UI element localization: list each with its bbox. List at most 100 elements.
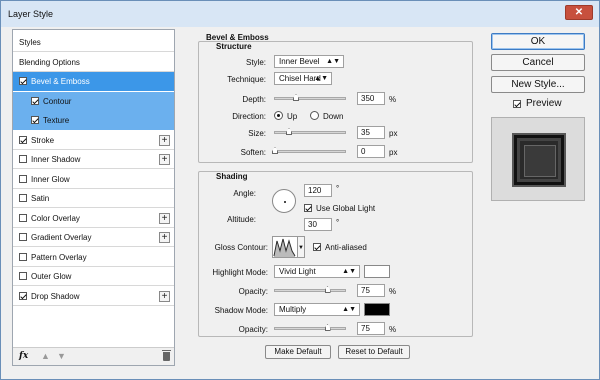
sidebar-item-checkbox[interactable]	[19, 213, 27, 222]
sidebar-item-stroke[interactable]: Stroke +	[13, 131, 174, 150]
preview-checkbox[interactable]	[513, 100, 521, 108]
size-slider[interactable]	[274, 128, 346, 135]
sidebar-item-label: Gradient Overlay	[31, 233, 92, 242]
angle-dial[interactable]	[272, 189, 296, 213]
sidebar-item-label: Blending Options	[19, 57, 80, 67]
chevron-down-icon: ▲▼	[342, 268, 356, 275]
shadow-opacity-input[interactable]: 75	[357, 322, 385, 335]
new-style-button[interactable]: New Style...	[491, 76, 585, 93]
angle-dial-dot	[284, 201, 286, 203]
sidebar-item-label: Contour	[43, 96, 72, 106]
depth-slider[interactable]	[274, 94, 346, 101]
sidebar-item-checkbox[interactable]	[19, 77, 27, 85]
anti-aliased-checkbox[interactable]	[313, 243, 321, 251]
sidebar-item-label: Bevel & Emboss	[31, 77, 90, 86]
sidebar-item-outer-glow[interactable]: Outer Glow	[13, 267, 174, 286]
sidebar-item-checkbox[interactable]	[19, 155, 27, 163]
direction-down-radio[interactable]	[310, 111, 319, 120]
close-button[interactable]: ✕	[565, 5, 593, 20]
trash-icon[interactable]	[162, 350, 171, 361]
depth-unit: %	[389, 95, 397, 104]
highlight-opacity-slider[interactable]	[274, 286, 346, 293]
altitude-unit: °	[336, 218, 340, 227]
shadow-opacity-unit: %	[389, 325, 397, 334]
sidebar-item-drop-shadow[interactable]: Drop Shadow +	[13, 287, 174, 306]
sidebar-item-checkbox[interactable]	[19, 291, 27, 300]
direction-up-radio[interactable]	[274, 111, 283, 120]
global-light-checkbox[interactable]	[304, 204, 312, 212]
altitude-input[interactable]: 30	[304, 218, 332, 231]
sidebar-item-checkbox[interactable]	[19, 233, 27, 241]
size-label: Size:	[248, 129, 266, 138]
angle-label: Angle:	[233, 189, 256, 198]
shadow-color-swatch[interactable]	[364, 303, 390, 316]
sidebar-item-blending-options[interactable]: Blending Options	[13, 53, 174, 72]
add-effect-icon[interactable]: +	[159, 134, 170, 146]
sidebar-item-satin[interactable]: Satin	[13, 189, 174, 208]
sidebar-item-contour[interactable]: Contour	[13, 91, 174, 111]
sidebar-item-checkbox[interactable]	[19, 135, 27, 144]
reset-to-default-button[interactable]: Reset to Default	[338, 345, 410, 359]
highlight-color-swatch[interactable]	[364, 265, 390, 278]
move-down-icon[interactable]: ▼	[57, 351, 66, 361]
sidebar-item-checkbox[interactable]	[19, 252, 27, 261]
style-select[interactable]: Inner Bevel ▲▼	[274, 55, 344, 68]
shading-title: Shading	[216, 172, 248, 181]
soften-input[interactable]: 0	[357, 145, 385, 158]
sidebar-item-texture[interactable]: Texture	[13, 111, 174, 130]
highlight-opacity-unit: %	[389, 287, 397, 296]
chevron-down-icon: ▲▼	[314, 75, 328, 82]
style-label: Style:	[245, 58, 266, 67]
sidebar-item-checkbox[interactable]	[31, 116, 39, 124]
chevron-down-icon: ▼	[298, 245, 304, 251]
sidebar-item-label: Styles	[19, 38, 41, 47]
sidebar-item-gradient-overlay[interactable]: Gradient Overlay +	[13, 228, 174, 247]
sidebar-item-color-overlay[interactable]: Color Overlay +	[13, 209, 174, 228]
shadow-opacity-label: Opacity:	[238, 325, 268, 334]
add-effect-icon[interactable]: +	[159, 212, 170, 224]
style-value: Inner Bevel	[279, 57, 320, 66]
make-default-button[interactable]: Make Default	[265, 345, 331, 359]
highlight-mode-label: Highlight Mode:	[212, 268, 268, 277]
sidebar-item-styles[interactable]: Styles	[13, 33, 174, 52]
technique-select[interactable]: Chisel Hard ▲▼	[274, 72, 332, 85]
size-input[interactable]: 35	[357, 126, 385, 139]
fx-icon[interactable]: fx	[19, 351, 28, 361]
ok-button[interactable]: OK	[491, 33, 585, 50]
add-effect-icon[interactable]: +	[159, 232, 170, 243]
highlight-opacity-label: Opacity:	[238, 287, 268, 296]
add-effect-icon[interactable]: +	[159, 154, 170, 165]
sidebar-item-pattern-overlay[interactable]: Pattern Overlay	[13, 248, 174, 267]
sidebar-item-bevel-emboss[interactable]: Bevel & Emboss	[13, 72, 174, 91]
sidebar-item-checkbox[interactable]	[19, 272, 27, 280]
sidebar-item-inner-glow[interactable]: Inner Glow	[13, 170, 174, 189]
anti-aliased-label: Anti-aliased	[325, 243, 367, 252]
title-bar[interactable]: Layer Style ✕	[1, 1, 599, 27]
highlight-opacity-input[interactable]: 75	[357, 284, 385, 297]
add-effect-icon[interactable]: +	[159, 290, 170, 302]
soften-slider[interactable]	[272, 147, 346, 154]
sidebar-item-checkbox[interactable]	[19, 194, 27, 202]
gloss-contour-dropdown[interactable]: ▼	[298, 236, 305, 258]
size-unit: px	[389, 129, 398, 138]
soften-unit: px	[389, 148, 398, 157]
preview-thumbnail	[512, 133, 566, 187]
shadow-opacity-slider[interactable]	[274, 324, 346, 331]
cancel-button[interactable]: Cancel	[491, 54, 585, 71]
direction-down-label: Down	[323, 112, 344, 121]
layer-style-dialog: Layer Style ✕ Styles Blending Options Beve…	[0, 0, 600, 380]
technique-label: Technique:	[227, 75, 266, 84]
angle-input[interactable]: 120	[304, 184, 332, 197]
preview-label: Preview	[526, 98, 562, 109]
move-up-icon[interactable]: ▲	[41, 351, 50, 361]
altitude-label: Altitude:	[227, 215, 256, 224]
gloss-contour-picker[interactable]	[272, 236, 298, 258]
shadow-mode-value: Multiply	[279, 305, 307, 314]
highlight-mode-select[interactable]: Vivid Light ▲▼	[274, 265, 360, 278]
depth-label: Depth:	[242, 95, 266, 104]
shadow-mode-select[interactable]: Multiply ▲▼	[274, 303, 360, 316]
sidebar-item-inner-shadow[interactable]: Inner Shadow +	[13, 150, 174, 169]
sidebar-item-checkbox[interactable]	[31, 96, 39, 105]
sidebar-item-checkbox[interactable]	[19, 174, 27, 183]
depth-input[interactable]: 350	[357, 92, 385, 105]
